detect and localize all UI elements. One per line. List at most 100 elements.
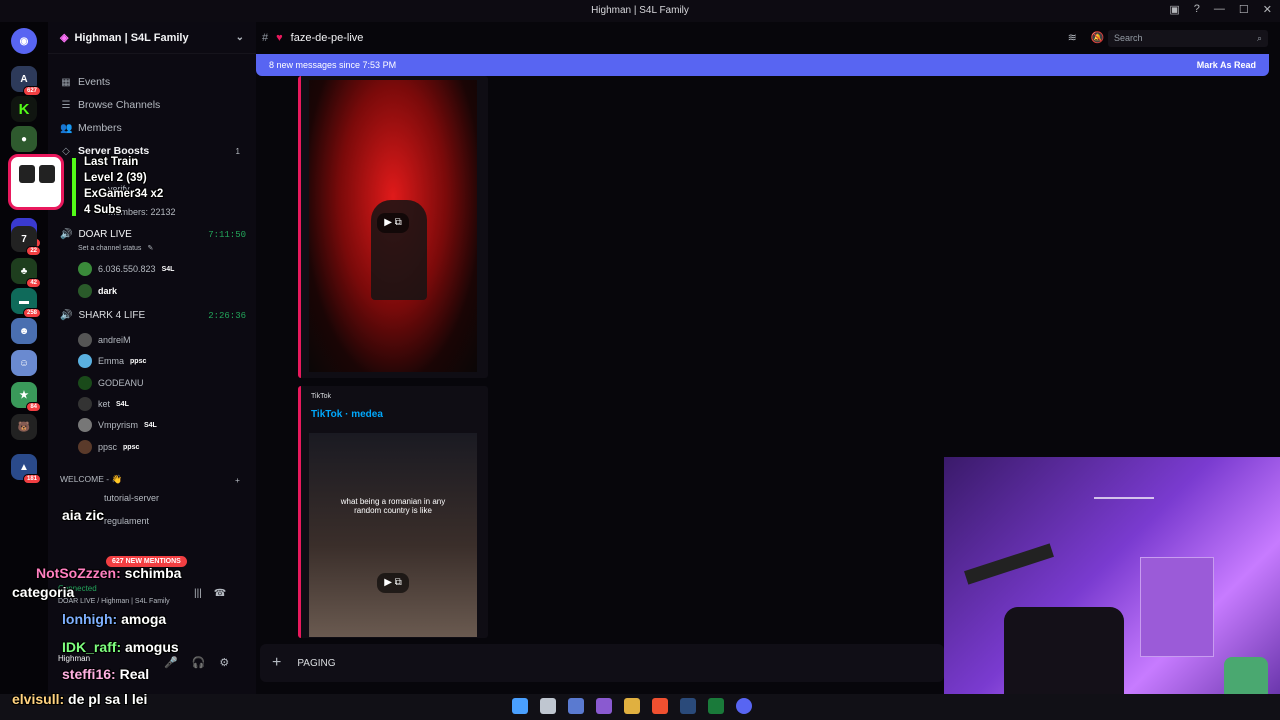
widgets-icon[interactable] <box>568 698 584 714</box>
chat-user: IDK_raff: <box>62 639 122 655</box>
notification-mute-icon[interactable]: 🔕 <box>1091 31 1105 44</box>
steam-icon[interactable] <box>680 698 696 714</box>
title-bar: Highman | S4L Family ▣ ? — ☐ ✕ <box>0 0 1280 22</box>
chat-text: amogus <box>125 639 179 655</box>
member-tag: S4L <box>144 421 157 429</box>
close-icon[interactable]: ✕ <box>1263 3 1272 16</box>
soundboard-icon[interactable]: ||| <box>194 588 202 599</box>
nav-events[interactable]: ▦ Events <box>60 76 110 88</box>
member-name: Vmpyrism <box>98 420 138 430</box>
category-welcome[interactable]: WELCOME - 👋 + <box>60 474 240 485</box>
file-explorer-icon[interactable] <box>624 698 640 714</box>
search-input[interactable]: Search ⌕ <box>1108 30 1268 47</box>
channel-status[interactable]: Set a channel status ✎ <box>78 244 153 253</box>
avatar <box>78 333 92 347</box>
maximize-icon[interactable]: ☐ <box>1239 3 1249 16</box>
threads-icon[interactable]: ≋ <box>1068 31 1077 44</box>
voice-member[interactable]: Emma ppsc <box>78 354 146 368</box>
voice-member[interactable]: 6.036.550.823 S4L <box>78 262 174 276</box>
speaker-icon: 🔊 <box>60 310 73 321</box>
stream-alert: Last Train Level 2 (39) ExGamer34 x2 4 S… <box>8 152 178 218</box>
avatar <box>78 440 92 454</box>
embed-title-link[interactable]: TikTok · medea <box>311 409 383 420</box>
mic-arm <box>964 543 1054 585</box>
minimize-icon[interactable]: — <box>1214 3 1225 16</box>
chat-text: categoria <box>12 584 75 600</box>
new-messages-bar[interactable]: 8 new messages since 7:53 PM Mark As Rea… <box>256 54 1269 76</box>
member-tag: ppsc <box>130 357 147 365</box>
user-name: Highman <box>58 654 91 663</box>
server-icon[interactable]: 🐻 <box>11 414 37 440</box>
voice-channel-shark-4-life[interactable]: 🔊 SHARK 4 LIFE 2:26:36 <box>60 310 246 321</box>
channel-tutorial-server[interactable]: tutorial-server <box>104 493 159 503</box>
alert-line: 4 Subs <box>84 204 122 216</box>
discord-taskbar-icon[interactable] <box>736 698 752 714</box>
mark-as-read-button[interactable]: Mark As Read <box>1197 60 1256 70</box>
chat-text: aia zic <box>62 507 105 523</box>
server-boost-icon: ◈ <box>60 32 69 44</box>
search-icon: ⌕ <box>1256 33 1262 43</box>
chat-message: categoria <box>12 584 74 600</box>
boost-count: 1 <box>235 146 240 156</box>
voice-member[interactable]: dark <box>78 284 117 298</box>
chevron-down-icon: ⌄ <box>235 32 244 43</box>
server-icon[interactable]: ☻ <box>11 318 37 344</box>
disconnect-icon[interactable]: ☎ <box>214 588 226 599</box>
server-icon[interactable]: ● <box>11 126 37 152</box>
dresser <box>1140 557 1214 657</box>
voice-member[interactable]: ppsc ppsc <box>78 440 139 454</box>
mic-icon[interactable]: 🎤 <box>164 656 178 669</box>
server-header[interactable]: ◈ Highman | S4L Family ⌄ <box>48 22 256 54</box>
nav-members[interactable]: 👥 Members <box>60 122 122 134</box>
chat-user: steffi16: <box>62 666 116 682</box>
play-icon[interactable]: ▶ ⧉ <box>377 213 409 233</box>
play-icon[interactable]: ▶ ⧉ <box>377 573 409 593</box>
chat-text: Real <box>119 666 150 682</box>
excel-icon[interactable] <box>708 698 724 714</box>
video-thumbnail[interactable]: what being a romanian in any random coun… <box>309 433 477 637</box>
server-icon[interactable]: ☺ <box>11 350 37 376</box>
tiktok-embed: TikTok TikTok · medea what being a roman… <box>298 386 488 638</box>
member-tag: S4L <box>161 265 175 273</box>
inbox-icon[interactable]: ▣ <box>1169 3 1179 16</box>
settings-gear-icon[interactable]: ⚙ <box>219 656 229 669</box>
channel-emoji-icon: ♥ <box>276 32 283 44</box>
hash-icon: # <box>262 32 269 44</box>
voice-timer: 2:26:36 <box>208 310 246 321</box>
server-icon[interactable]: 7 22 <box>11 226 41 256</box>
add-channel-icon[interactable]: + <box>235 475 240 485</box>
chat-message: elvisull: de pl sa l lei <box>12 691 147 707</box>
voice-channel-name: SHARK 4 LIFE <box>78 310 146 321</box>
server-icon[interactable]: ★ 84 <box>11 382 41 412</box>
avatar <box>78 397 92 411</box>
server-icon[interactable]: ▬ 258 <box>11 288 41 318</box>
headphones-icon[interactable]: 🎧 <box>192 656 206 669</box>
video-thumbnail[interactable]: ▶ ⧉ <box>309 80 477 372</box>
voice-channel-doar-live[interactable]: 🔊 DOAR LIVE 7:11:50 <box>60 229 246 240</box>
chat-message: aia zic <box>62 507 104 523</box>
copilot-icon[interactable] <box>596 698 612 714</box>
task-view-icon[interactable] <box>540 698 556 714</box>
voice-member[interactable]: GODEANU <box>78 376 144 390</box>
voice-location[interactable]: DOAR LIVE / Highman | S4L Family <box>58 598 170 605</box>
help-icon[interactable]: ? <box>1194 3 1200 16</box>
windows-start-icon[interactable] <box>512 698 528 714</box>
new-messages-text: 8 new messages since 7:53 PM <box>269 60 397 70</box>
chat-message: steffi16: Real <box>62 666 149 682</box>
channel-regulament[interactable]: regulament <box>104 516 149 526</box>
voice-member[interactable]: Vmpyrism S4L <box>78 418 157 432</box>
brave-browser-icon[interactable] <box>652 698 668 714</box>
kick-server-icon[interactable]: K <box>11 96 37 122</box>
server-icon[interactable]: A 627 <box>11 66 41 96</box>
add-attachment-icon[interactable]: + <box>272 654 281 672</box>
discord-home-icon[interactable]: ◉ <box>11 28 37 54</box>
voice-member[interactable]: andreiM <box>78 333 131 347</box>
alert-line: Level 2 (39) <box>84 172 147 184</box>
server-icon[interactable]: ♣ 42 <box>11 258 41 288</box>
video-caption: what being a romanian in any random coun… <box>340 497 446 515</box>
nav-browse-channels[interactable]: ☰ Browse Channels <box>60 99 161 111</box>
server-icon[interactable]: ▲ 181 <box>11 454 41 484</box>
voice-member[interactable]: ket S4L <box>78 397 129 411</box>
message-composer[interactable]: + PAGING <box>260 644 944 682</box>
channel-label: regulament <box>104 516 150 526</box>
